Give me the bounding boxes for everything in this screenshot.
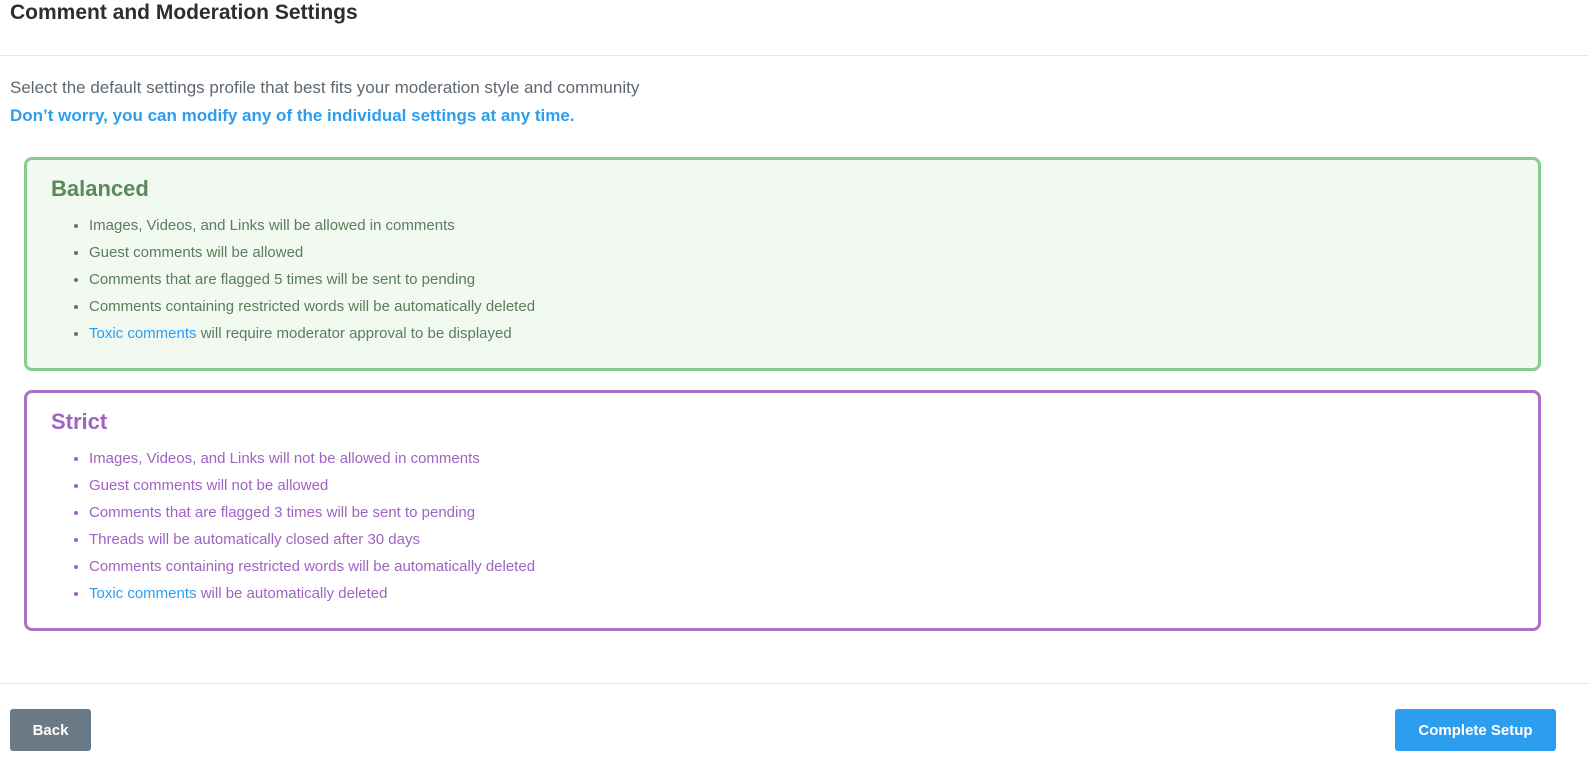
list-item: Images, Videos, and Links will be allowe… <box>89 212 535 239</box>
list-item: Comments containing restricted words wil… <box>89 553 535 580</box>
list-item: Comments that are flagged 5 times will b… <box>89 266 535 293</box>
complete-setup-button[interactable]: Complete Setup <box>1395 709 1556 751</box>
footer-divider <box>0 683 1589 684</box>
toxic-comments-link[interactable]: Toxic comments <box>89 325 197 342</box>
list-item: Images, Videos, and Links will not be al… <box>89 445 535 472</box>
list-item: Comments that are flagged 3 times will b… <box>89 499 535 526</box>
list-item: Toxic comments will require moderator ap… <box>89 320 535 347</box>
list-item: Guest comments will not be allowed <box>89 472 535 499</box>
list-item: Toxic comments will be automatically del… <box>89 580 535 607</box>
profile-settings-list-balanced: Images, Videos, and Links will be allowe… <box>67 212 535 347</box>
header-divider <box>0 55 1589 56</box>
profile-title-strict: Strict <box>51 409 108 434</box>
toxic-comments-link[interactable]: Toxic comments <box>89 585 197 602</box>
intro-description: Select the default settings profile that… <box>10 78 640 97</box>
toxic-comments-text: will require moderator approval to be di… <box>196 325 512 342</box>
page-title: Comment and Moderation Settings <box>10 1 358 24</box>
list-item: Threads will be automatically closed aft… <box>89 526 535 553</box>
profile-title-balanced: Balanced <box>51 176 149 201</box>
toxic-comments-text: will be automatically deleted <box>196 585 388 602</box>
profile-settings-list-strict: Images, Videos, and Links will not be al… <box>67 445 535 607</box>
profile-card-strict[interactable]: Strict Images, Videos, and Links will no… <box>24 390 1541 631</box>
intro-note: Don’t worry, you can modify any of the i… <box>10 106 575 125</box>
profile-card-balanced[interactable]: Balanced Images, Videos, and Links will … <box>24 157 1541 371</box>
back-button[interactable]: Back <box>10 709 91 751</box>
list-item: Comments containing restricted words wil… <box>89 293 535 320</box>
list-item: Guest comments will be allowed <box>89 239 535 266</box>
